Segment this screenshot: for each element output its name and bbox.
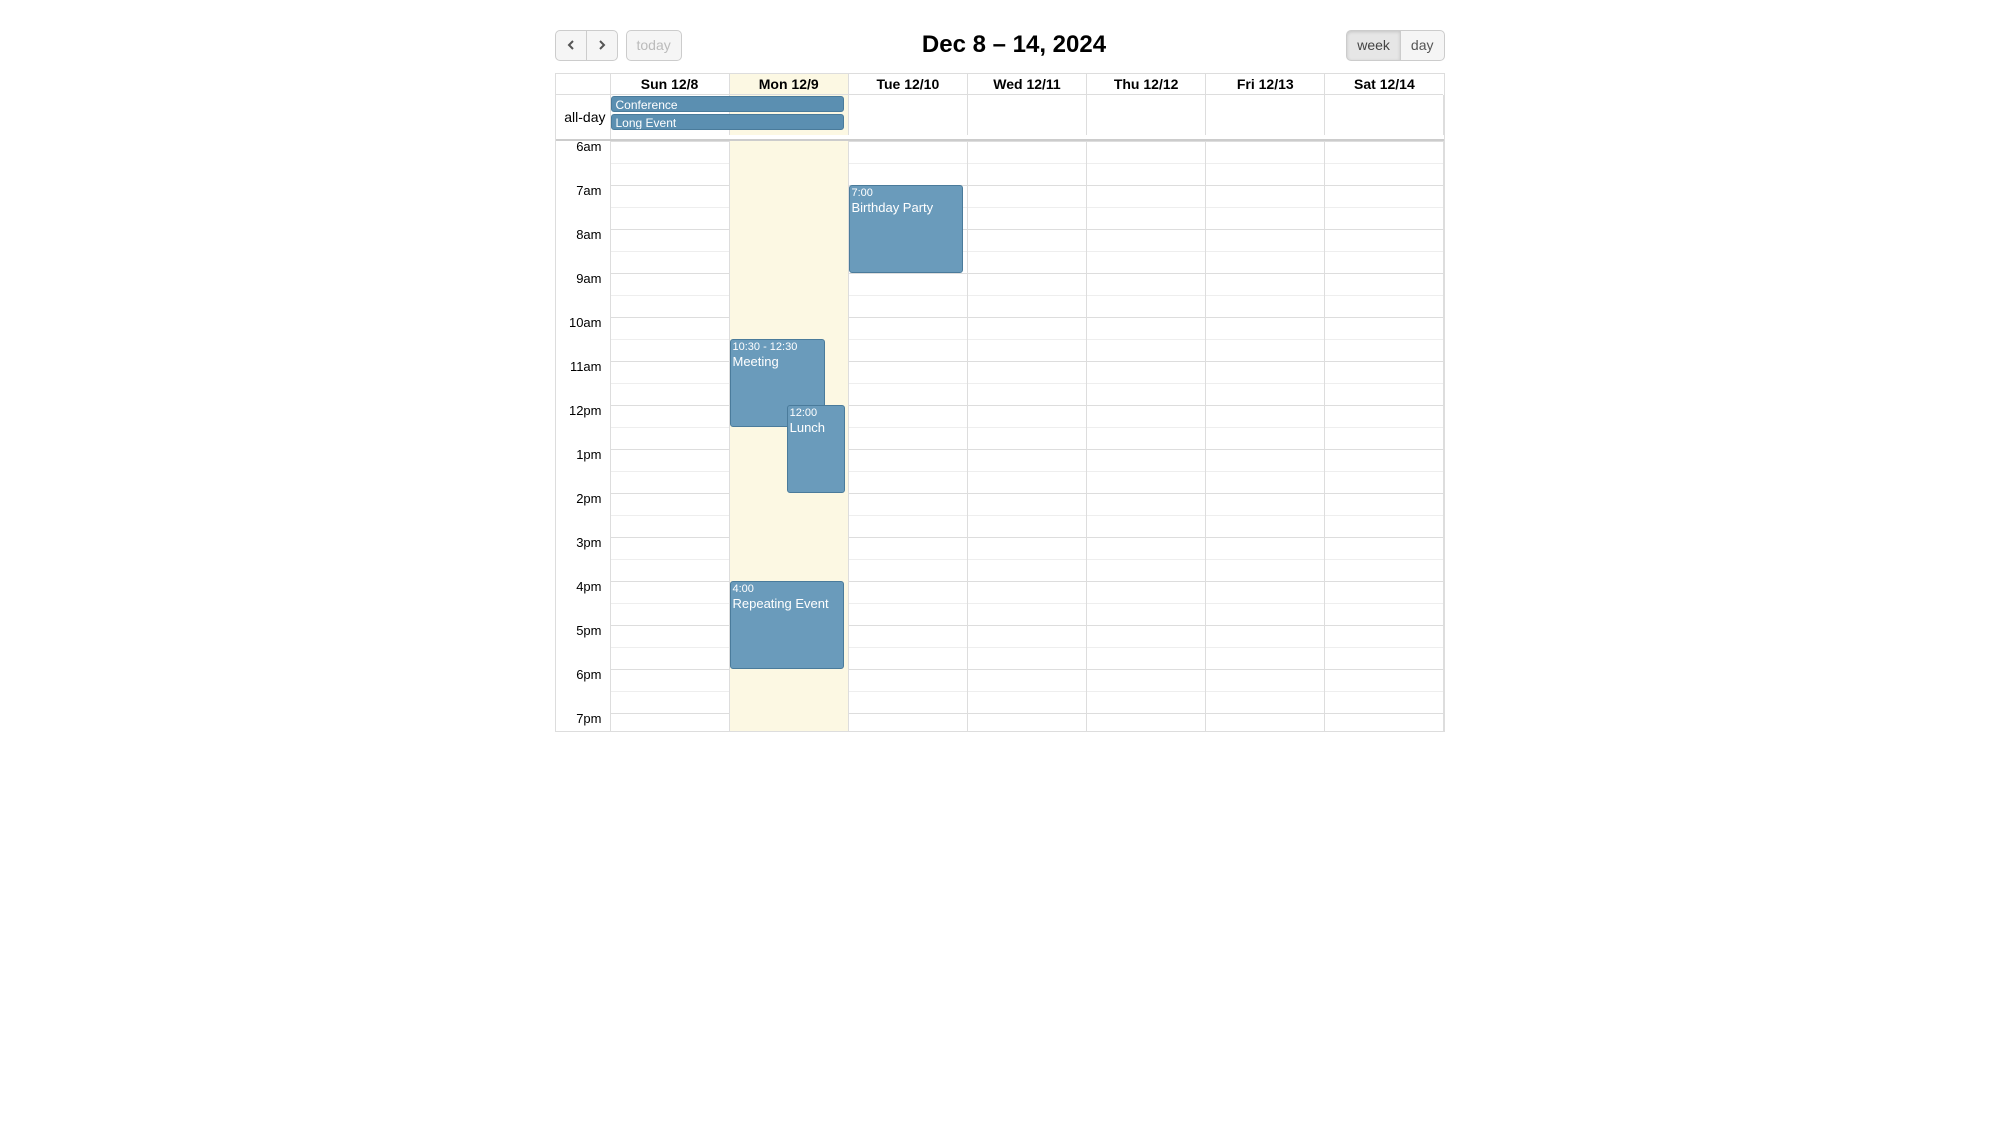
chevron-left-icon [566, 37, 576, 47]
time-label: 11am [570, 359, 602, 374]
event-time: 7:00 [852, 187, 960, 200]
event-time: 12:00 [790, 407, 842, 420]
all-day-event[interactable]: Long Event [611, 114, 845, 130]
all-day-cell[interactable] [1325, 95, 1444, 135]
event-title: Lunch [790, 420, 842, 436]
day-header[interactable]: Wed 12/11 [968, 74, 1087, 95]
time-label: 12pm [569, 403, 602, 418]
time-label: 2pm [576, 491, 601, 506]
calendar-event[interactable]: 4:00Repeating Event [730, 581, 844, 669]
calendar-app: today Dec 8 – 14, 2024 week day Sun 12/8… [555, 30, 1445, 732]
all-day-row: all-day Conference Long Event [556, 95, 1444, 141]
date-range-title: Dec 8 – 14, 2024 [682, 31, 1346, 59]
time-grid-cols[interactable]: 7:00Birthday Party 10:30 - 12:30Meeting 12… [611, 141, 1444, 731]
calendar-event[interactable]: 12:00Lunch [787, 405, 845, 493]
day-header[interactable]: Mon 12/9 [730, 74, 849, 95]
week-view-button[interactable]: week [1346, 30, 1401, 61]
time-grid-day[interactable] [1325, 141, 1444, 731]
time-grid: 6am 7am 8am 9am 10am 11am 12pm 1pm 2pm 3pm 4pm 5pm 6… [556, 141, 1444, 731]
event-title: Birthday Party [852, 200, 960, 216]
time-axis: 6am 7am 8am 9am 10am 11am 12pm 1pm 2pm 3pm 4pm 5pm 6… [556, 141, 611, 731]
time-grid-day[interactable] [1206, 141, 1325, 731]
time-label: 7am [576, 183, 601, 198]
time-label: 1pm [576, 447, 601, 462]
event-time: 4:00 [733, 583, 841, 596]
time-label: 7pm [576, 711, 601, 726]
calendar-event[interactable]: 7:00Birthday Party [849, 185, 963, 273]
event-time: 10:30 - 12:30 [733, 341, 822, 354]
toolbar: today Dec 8 – 14, 2024 week day [555, 30, 1445, 61]
nav-button-group [555, 30, 618, 61]
time-grid-day[interactable] [1087, 141, 1206, 731]
calendar-grid: Sun 12/8Mon 12/9Tue 12/10Wed 12/11Thu 12… [555, 73, 1445, 732]
day-header-row: Sun 12/8Mon 12/9Tue 12/10Wed 12/11Thu 12… [556, 74, 1444, 95]
all-day-cell[interactable] [849, 95, 968, 135]
toolbar-left: today [555, 30, 682, 61]
event-title: Repeating Event [733, 596, 841, 612]
all-day-cell[interactable] [1206, 95, 1325, 135]
event-title: Meeting [733, 354, 822, 370]
time-label: 6pm [576, 667, 601, 682]
today-button[interactable]: today [626, 30, 682, 61]
day-view-button[interactable]: day [1400, 30, 1445, 61]
day-header[interactable]: Sun 12/8 [611, 74, 730, 95]
all-day-label: all-day [556, 95, 611, 139]
chevron-right-icon [597, 37, 607, 47]
day-header[interactable]: Fri 12/13 [1206, 74, 1325, 95]
time-grid-day[interactable] [611, 141, 730, 731]
next-button[interactable] [586, 30, 618, 61]
time-grid-day[interactable] [968, 141, 1087, 731]
time-label: 5pm [576, 623, 601, 638]
time-label: 9am [576, 271, 601, 286]
day-header[interactable]: Thu 12/12 [1087, 74, 1206, 95]
time-label: 8am [576, 227, 601, 242]
prev-button[interactable] [555, 30, 587, 61]
all-day-area[interactable]: Conference Long Event [611, 95, 1444, 139]
time-label: 6am [576, 141, 601, 154]
view-switcher: week day [1346, 30, 1444, 61]
time-label: 4pm [576, 579, 601, 594]
time-label: 3pm [576, 535, 601, 550]
time-label: 10am [569, 315, 602, 330]
day-header-cols: Sun 12/8Mon 12/9Tue 12/10Wed 12/11Thu 12… [611, 74, 1444, 95]
all-day-cell[interactable] [1087, 95, 1206, 135]
axis-spacer [556, 74, 611, 95]
all-day-cell[interactable] [968, 95, 1087, 135]
day-header[interactable]: Sat 12/14 [1325, 74, 1443, 95]
all-day-event[interactable]: Conference [611, 96, 845, 112]
day-header[interactable]: Tue 12/10 [849, 74, 968, 95]
